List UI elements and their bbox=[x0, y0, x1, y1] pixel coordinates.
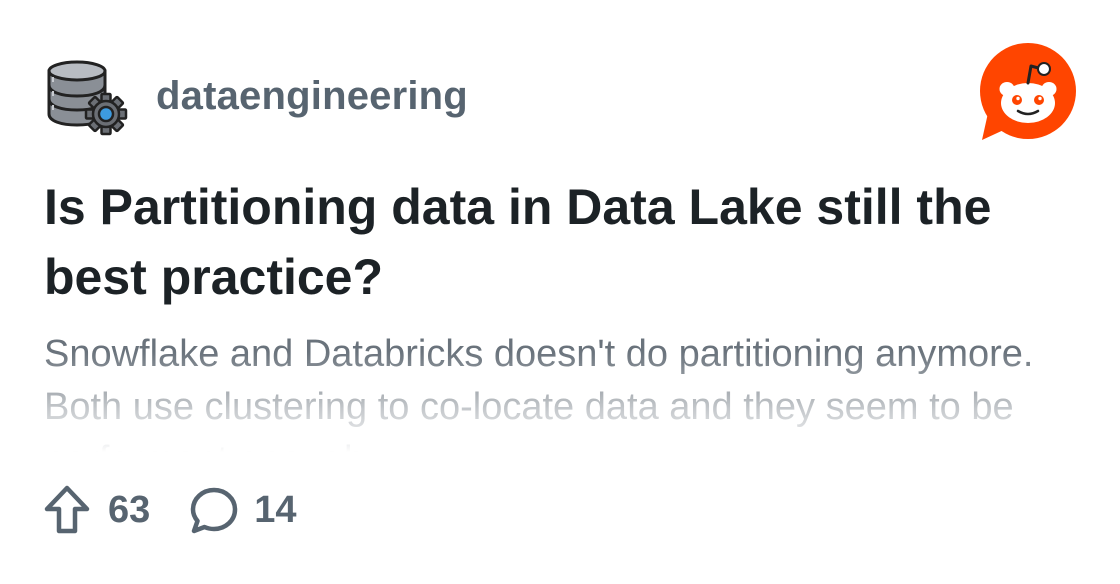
subreddit-name[interactable]: dataengineering bbox=[156, 74, 468, 119]
reddit-snoo-icon[interactable] bbox=[978, 42, 1078, 142]
upvote-arrow-icon bbox=[44, 485, 90, 534]
post-header: dataengineering bbox=[44, 58, 468, 138]
post-title[interactable]: Is Partitioning data in Data Lake still … bbox=[44, 172, 1084, 312]
post-body-text: Snowflake and Databricks doesn't do part… bbox=[44, 333, 1034, 452]
upvote-count: 63 bbox=[108, 488, 151, 531]
upvote-button[interactable]: 63 bbox=[44, 485, 150, 535]
subreddit-avatar[interactable] bbox=[44, 58, 130, 138]
comment-count: 14 bbox=[254, 488, 297, 531]
post-body-preview: Snowflake and Databricks doesn't do part… bbox=[44, 328, 1084, 452]
comment-bubble-icon bbox=[191, 487, 238, 534]
comments-button[interactable]: 14 bbox=[190, 486, 297, 534]
post-stats: 63 14 bbox=[44, 484, 297, 536]
database-gear-icon bbox=[47, 60, 128, 136]
